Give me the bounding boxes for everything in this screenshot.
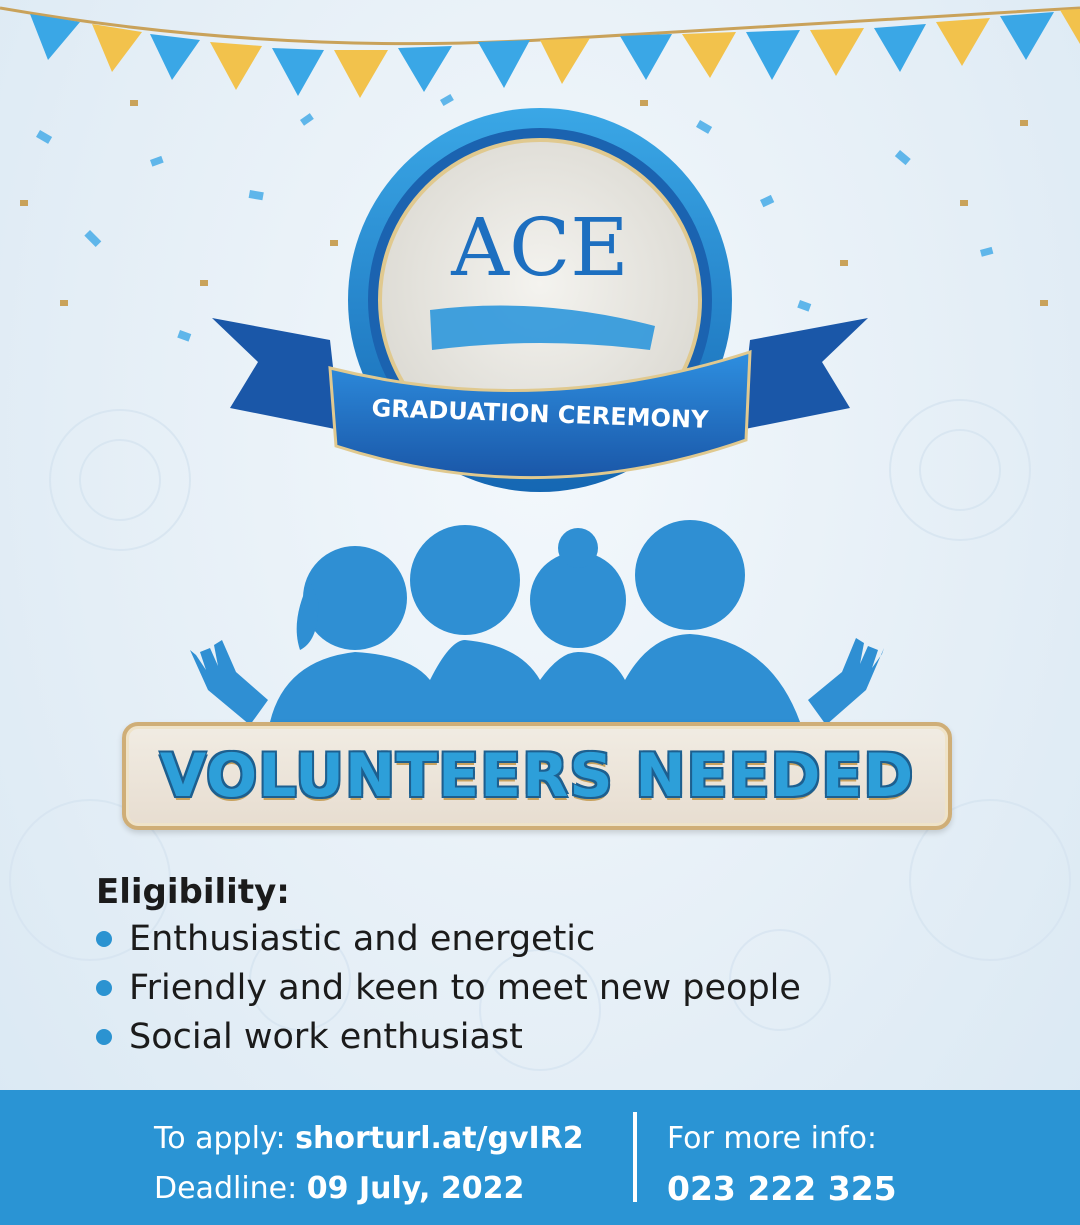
eligibility-section: Eligibility: Enthusiastic and energetic … [96, 872, 801, 1061]
ace-logo: ACE [451, 201, 629, 294]
bunting-flags [0, 6, 1080, 98]
volunteers-silhouette [190, 520, 884, 725]
eligibility-list: Enthusiastic and energetic Friendly and … [96, 914, 801, 1061]
list-item: Social work enthusiast [96, 1012, 801, 1061]
bullet-icon [96, 930, 112, 947]
bullet-icon [96, 979, 112, 996]
footer-contact-info: For more info: 023 222 325 [667, 1114, 897, 1214]
list-item: Friendly and keen to meet new people [96, 963, 801, 1012]
headline: VOLUNTEERS NEEDED [159, 741, 915, 811]
bullet-icon [96, 1028, 112, 1045]
volunteers-needed-banner: VOLUNTEERS NEEDED [122, 722, 952, 830]
deadline-label: Deadline: [154, 1171, 298, 1206]
list-item: Enthusiastic and energetic [96, 914, 801, 963]
footer-apply-info: To apply: shorturl.at/gvIR2 Deadline: 09… [154, 1114, 584, 1214]
eligibility-title: Eligibility: [96, 872, 290, 912]
footer-divider [633, 1112, 637, 1202]
footer-bar: To apply: shorturl.at/gvIR2 Deadline: 09… [0, 1090, 1080, 1225]
apply-link[interactable]: shorturl.at/gvIR2 [295, 1121, 584, 1156]
phone-number[interactable]: 023 222 325 [667, 1164, 897, 1214]
poster: ACE GRADUATION CEREMONY VOLUNTEERS NEEDE… [0, 0, 1080, 1225]
apply-label: To apply: [154, 1121, 286, 1156]
deadline-value: 09 July, 2022 [306, 1171, 525, 1206]
info-label: For more info: [667, 1121, 878, 1156]
